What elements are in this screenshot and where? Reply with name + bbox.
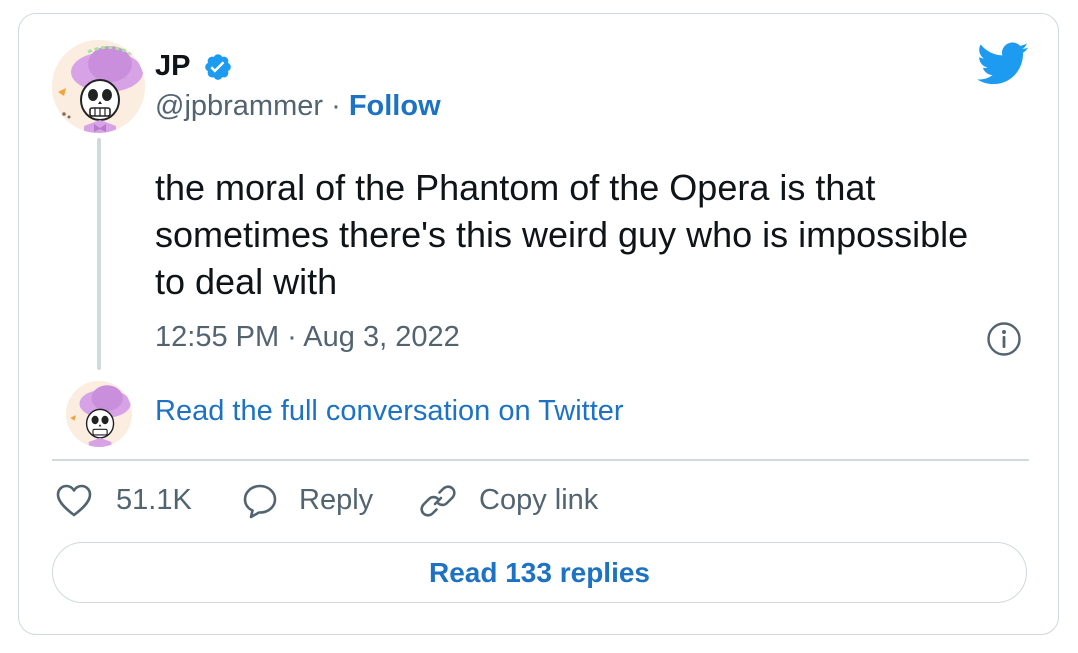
twitter-bird-icon[interactable] [977, 42, 1029, 86]
skeleton-avatar-icon [52, 40, 145, 133]
copy-link-button[interactable]: Copy link [479, 484, 598, 517]
like-count[interactable]: 51.1K [116, 484, 192, 517]
author-name[interactable]: JP [155, 50, 190, 83]
verified-badge-icon [203, 52, 233, 82]
read-conversation-link[interactable]: Read the full conversation on Twitter [155, 395, 624, 428]
tweet-timestamp[interactable]: 12:55 PM · Aug 3, 2022 [155, 321, 460, 354]
reply-button[interactable]: Reply [299, 484, 373, 517]
handle-row: @jpbrammer · Follow [155, 90, 441, 123]
info-icon[interactable] [986, 321, 1022, 357]
divider [52, 459, 1029, 461]
author-avatar-small[interactable] [66, 381, 132, 447]
tweet-text: the moral of the Phantom of the Opera is… [155, 167, 969, 302]
handle-separator: · [323, 90, 349, 122]
read-replies-button[interactable]: Read 133 replies [52, 542, 1027, 603]
skeleton-avatar-icon [66, 381, 132, 447]
link-icon[interactable] [418, 481, 458, 521]
tweet-embed-card: JP @jpbrammer · Follow the moral of the … [18, 13, 1059, 635]
follow-button[interactable]: Follow [349, 90, 441, 122]
heart-icon[interactable] [54, 481, 94, 521]
speech-bubble-icon[interactable] [240, 481, 280, 521]
thread-line [97, 138, 101, 370]
author-handle[interactable]: @jpbrammer [155, 90, 323, 122]
author-avatar[interactable] [52, 40, 145, 133]
